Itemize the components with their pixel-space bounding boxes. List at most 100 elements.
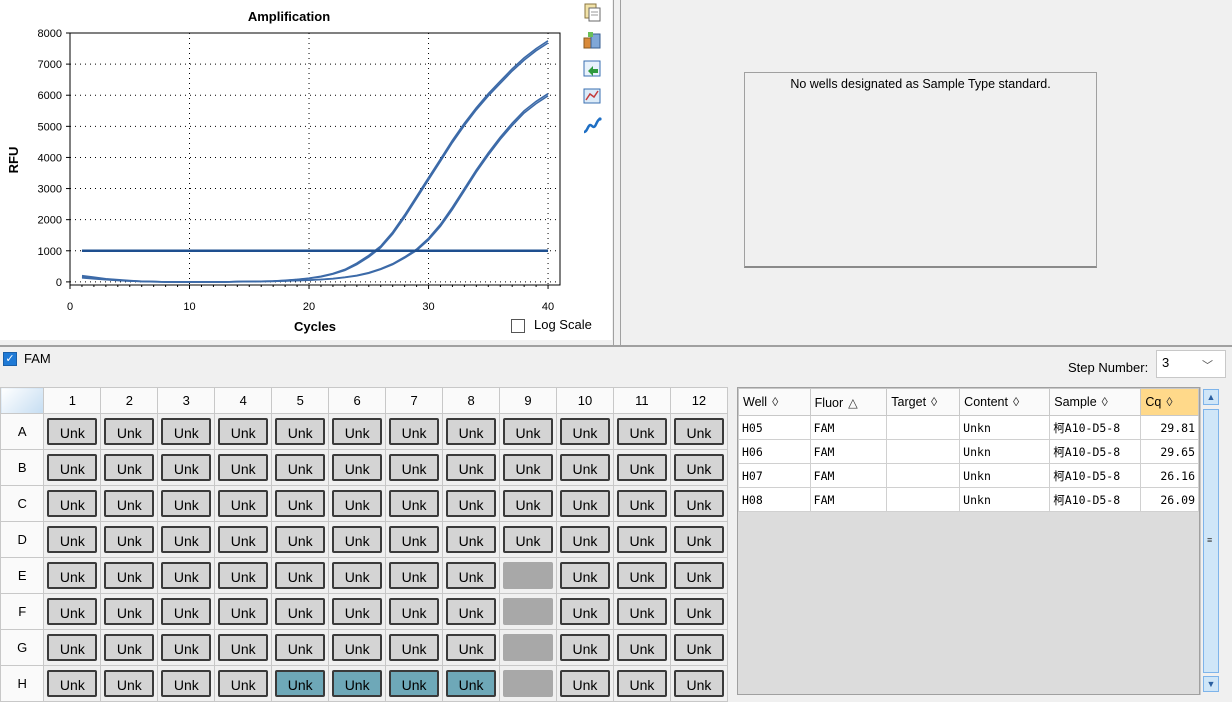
plate-row-header[interactable]: F — [0, 593, 45, 630]
well-d12[interactable]: Unk — [673, 526, 724, 553]
plate-column-header[interactable]: 6 — [328, 387, 387, 414]
well-f8[interactable]: Unk — [446, 598, 497, 625]
results-row[interactable]: H08 FAM Unkn 柯A10-D5-8 26.09 — [738, 487, 1199, 512]
copy-icon[interactable] — [582, 2, 604, 22]
well-c4[interactable]: Unk — [218, 490, 269, 517]
plate-column-header[interactable]: 2 — [100, 387, 159, 414]
plate-column-header[interactable]: 11 — [612, 387, 671, 414]
well-c2[interactable]: Unk — [104, 490, 155, 517]
well-d10[interactable]: Unk — [559, 526, 610, 553]
well-e5[interactable]: Unk — [275, 562, 326, 589]
save-image-icon[interactable] — [582, 58, 604, 78]
well-f7[interactable]: Unk — [389, 598, 440, 625]
well-a3[interactable]: Unk — [161, 418, 212, 445]
vertical-splitter[interactable] — [613, 0, 621, 345]
plate-row-header[interactable]: G — [0, 629, 45, 666]
log-scale-checkbox[interactable] — [511, 319, 525, 333]
well-c7[interactable]: Unk — [389, 490, 440, 517]
well-b5[interactable]: Unk — [275, 454, 326, 481]
well-a4[interactable]: Unk — [218, 418, 269, 445]
well-d1[interactable]: Unk — [47, 526, 98, 553]
well-h5[interactable]: Unk — [275, 670, 326, 697]
plate-column-header[interactable]: 5 — [271, 387, 330, 414]
sort-icon[interactable]: △ — [848, 396, 858, 410]
well-a5[interactable]: Unk — [275, 418, 326, 445]
well-b6[interactable]: Unk — [332, 454, 383, 481]
results-row[interactable]: H07 FAM Unkn 柯A10-D5-8 26.16 — [738, 463, 1199, 488]
scroll-down-icon[interactable]: ▼ — [1203, 676, 1219, 692]
well-f4[interactable]: Unk — [218, 598, 269, 625]
well-e8[interactable]: Unk — [446, 562, 497, 589]
well-c9[interactable]: Unk — [503, 490, 553, 517]
well-g6[interactable]: Unk — [332, 634, 383, 661]
well-e10[interactable]: Unk — [559, 562, 610, 589]
well-e7[interactable]: Unk — [389, 562, 440, 589]
well-g8[interactable]: Unk — [446, 634, 497, 661]
well-h11[interactable]: Unk — [616, 670, 667, 697]
well-g12[interactable]: Unk — [673, 634, 724, 661]
well-a12[interactable]: Unk — [673, 418, 724, 445]
well-d2[interactable]: Unk — [104, 526, 155, 553]
well-h12[interactable]: Unk — [673, 670, 724, 697]
results-header-fluor[interactable]: Fluor △ — [809, 388, 888, 416]
well-a11[interactable]: Unk — [616, 418, 667, 445]
well-e4[interactable]: Unk — [218, 562, 269, 589]
well-h9[interactable] — [503, 670, 553, 697]
results-header-cq[interactable]: Cq ◊ — [1140, 388, 1199, 416]
well-a6[interactable]: Unk — [332, 418, 383, 445]
plate-row-header[interactable]: B — [0, 449, 45, 486]
well-g4[interactable]: Unk — [218, 634, 269, 661]
well-a1[interactable]: Unk — [47, 418, 98, 445]
well-a8[interactable]: Unk — [446, 418, 497, 445]
well-c11[interactable]: Unk — [616, 490, 667, 517]
results-header-well[interactable]: Well ◊ — [738, 388, 811, 416]
well-f6[interactable]: Unk — [332, 598, 383, 625]
scroll-up-icon[interactable]: ▲ — [1203, 389, 1219, 405]
well-d8[interactable]: Unk — [446, 526, 497, 553]
well-d5[interactable]: Unk — [275, 526, 326, 553]
plate-row-header[interactable]: C — [0, 485, 45, 522]
export-icon[interactable] — [582, 30, 604, 50]
well-h6[interactable]: Unk — [332, 670, 383, 697]
well-b3[interactable]: Unk — [161, 454, 212, 481]
sort-icon[interactable]: ◊ — [1013, 395, 1019, 409]
well-g2[interactable]: Unk — [104, 634, 155, 661]
well-h2[interactable]: Unk — [104, 670, 155, 697]
well-b10[interactable]: Unk — [559, 454, 610, 481]
well-c5[interactable]: Unk — [275, 490, 326, 517]
well-f1[interactable]: Unk — [47, 598, 98, 625]
well-g11[interactable]: Unk — [616, 634, 667, 661]
well-d3[interactable]: Unk — [161, 526, 212, 553]
well-b4[interactable]: Unk — [218, 454, 269, 481]
well-b7[interactable]: Unk — [389, 454, 440, 481]
well-c8[interactable]: Unk — [446, 490, 497, 517]
well-e3[interactable]: Unk — [161, 562, 212, 589]
plate-column-header[interactable]: 1 — [43, 387, 102, 414]
well-c10[interactable]: Unk — [559, 490, 610, 517]
well-g10[interactable]: Unk — [559, 634, 610, 661]
well-c12[interactable]: Unk — [673, 490, 724, 517]
well-b8[interactable]: Unk — [446, 454, 497, 481]
well-b11[interactable]: Unk — [616, 454, 667, 481]
plate-row-header[interactable]: A — [0, 413, 45, 450]
well-h4[interactable]: Unk — [218, 670, 269, 697]
plate-row-header[interactable]: D — [0, 521, 45, 558]
sort-icon[interactable]: ◊ — [772, 395, 778, 409]
well-g9[interactable] — [503, 634, 553, 661]
plate-column-header[interactable]: 7 — [385, 387, 444, 414]
well-a2[interactable]: Unk — [104, 418, 155, 445]
well-c6[interactable]: Unk — [332, 490, 383, 517]
well-f3[interactable]: Unk — [161, 598, 212, 625]
plate-row-header[interactable]: H — [0, 665, 45, 702]
plate-column-header[interactable]: 9 — [499, 387, 557, 414]
well-d7[interactable]: Unk — [389, 526, 440, 553]
well-h1[interactable]: Unk — [47, 670, 98, 697]
well-d9[interactable]: Unk — [503, 526, 553, 553]
well-f2[interactable]: Unk — [104, 598, 155, 625]
curve-icon[interactable] — [582, 116, 604, 136]
well-b12[interactable]: Unk — [673, 454, 724, 481]
well-e1[interactable]: Unk — [47, 562, 98, 589]
plate-column-header[interactable]: 10 — [555, 387, 614, 414]
plate-column-header[interactable]: 3 — [157, 387, 216, 414]
fam-checkbox[interactable]: ✓ — [3, 352, 17, 366]
